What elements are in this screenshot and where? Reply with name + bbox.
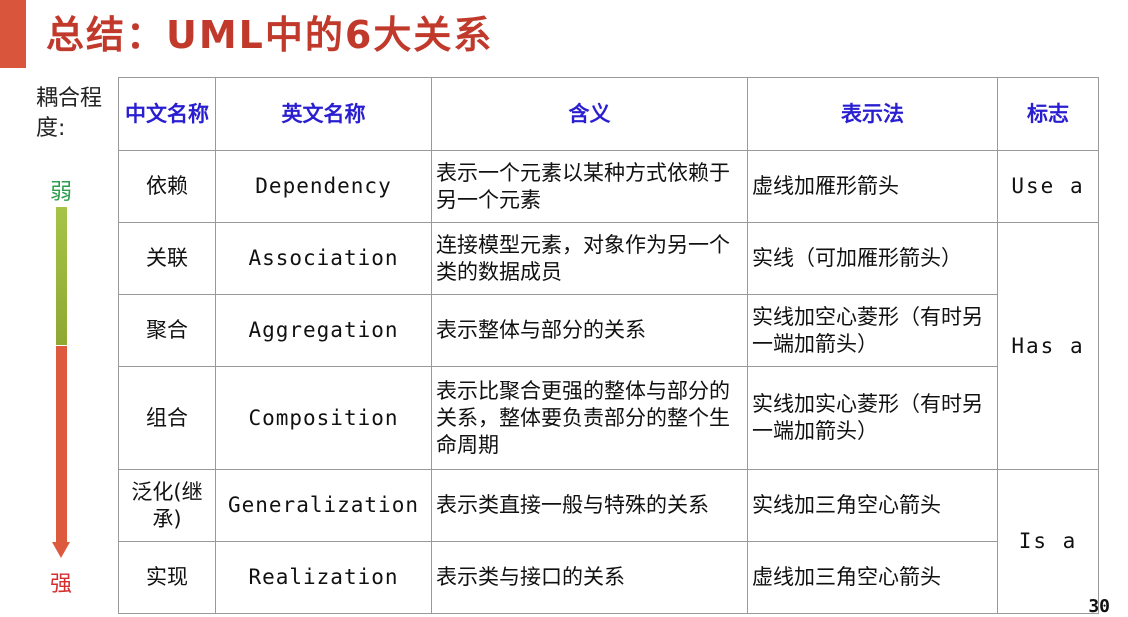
cell-en-name: Realization [215, 541, 432, 614]
table-row: 组合 Composition 表示比聚合更强的整体与部分的关系，整体要负责部分的… [118, 366, 1099, 470]
table-row: 聚合 Aggregation 表示整体与部分的关系 实线加空心菱形（有时另一端加… [118, 294, 1099, 367]
coupling-arrow-weak-segment [56, 207, 67, 345]
cell-notation: 虚线加雁形箭头 [747, 150, 998, 223]
slide-title: 总结：UML中的6大关系 [46, 13, 494, 57]
header-meaning: 含义 [431, 77, 748, 151]
cell-notation: 虚线加三角空心箭头 [747, 541, 998, 614]
cell-en-name: Composition [215, 366, 432, 470]
cell-cn-name: 依赖 [118, 150, 216, 223]
cell-cn-name: 实现 [118, 541, 216, 614]
cell-mark-is: Is a [997, 469, 1099, 614]
cell-en-name: Dependency [215, 150, 432, 223]
weak-label: 弱 [50, 180, 73, 205]
cell-meaning: 表示整体与部分的关系 [431, 294, 748, 367]
coupling-arrow-strong-segment [56, 346, 67, 542]
title-accent-bar [0, 0, 26, 68]
cell-notation: 实线加三角空心箭头 [747, 469, 998, 542]
coupling-degree-label: 耦合程度: [36, 86, 103, 141]
cell-meaning: 表示一个元素以某种方式依赖于另一个元素 [431, 150, 748, 223]
cell-cn-name: 关联 [118, 222, 216, 295]
cell-en-name: Association [215, 222, 432, 295]
header-mark: 标志 [997, 77, 1099, 151]
table-row: 依赖 Dependency 表示一个元素以某种方式依赖于另一个元素 虚线加雁形箭… [118, 150, 1099, 223]
table-row: 实现 Realization 表示类与接口的关系 虚线加三角空心箭头 [118, 541, 1099, 614]
cell-meaning: 表示类直接一般与特殊的关系 [431, 469, 748, 542]
strong-label: 强 [50, 572, 73, 597]
header-notation: 表示法 [747, 77, 998, 151]
cell-notation: 实线加实心菱形（有时另一端加箭头） [747, 366, 998, 470]
table-row: 泛化(继承) Generalization 表示类直接一般与特殊的关系 实线加三… [118, 469, 1099, 614]
cell-cn-name: 泛化(继承) [118, 469, 216, 542]
page-number: 30 [1088, 596, 1110, 617]
cell-cn-name: 组合 [118, 366, 216, 470]
cell-meaning: 表示比聚合更强的整体与部分的关系，整体要负责部分的整个生命周期 [431, 366, 748, 470]
header-cn-name: 中文名称 [118, 77, 216, 151]
cell-en-name: Generalization [215, 469, 432, 542]
cell-meaning: 表示类与接口的关系 [431, 541, 748, 614]
uml-relations-table: 中文名称 英文名称 含义 表示法 标志 依赖 Dependency 表示一个元素… [118, 77, 1099, 614]
header-en-name: 英文名称 [215, 77, 432, 151]
table-row: 关联 Association 连接模型元素，对象作为另一个类的数据成员 实线（可… [118, 222, 1099, 470]
cell-cn-name: 聚合 [118, 294, 216, 367]
cell-mark-has: Has a [997, 222, 1099, 470]
cell-mark-use: Use a [997, 150, 1099, 223]
table-header-row: 中文名称 英文名称 含义 表示法 标志 [118, 77, 1099, 151]
cell-notation: 实线（可加雁形箭头） [747, 222, 998, 295]
cell-meaning: 连接模型元素，对象作为另一个类的数据成员 [431, 222, 748, 295]
cell-notation: 实线加空心菱形（有时另一端加箭头） [747, 294, 998, 367]
coupling-arrow-down-icon [52, 542, 70, 558]
cell-en-name: Aggregation [215, 294, 432, 367]
